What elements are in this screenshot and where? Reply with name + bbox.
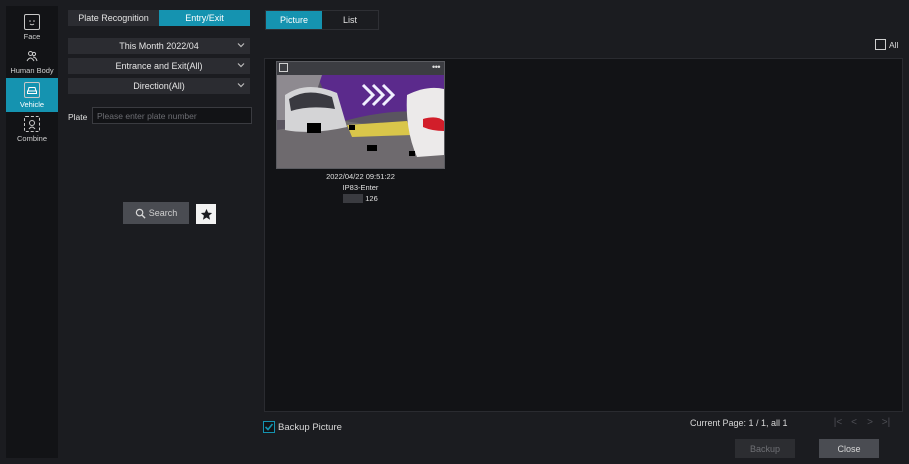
tab-picture[interactable]: Picture	[266, 11, 322, 29]
result-checkbox[interactable]	[279, 63, 288, 72]
rail-item-label: Combine	[16, 133, 47, 143]
chevron-down-icon	[237, 63, 245, 68]
rail-item-combine[interactable]: Combine	[6, 112, 58, 146]
rail-item-face[interactable]: Face	[6, 10, 58, 44]
time-range-dropdown[interactable]: This Month 2022/04	[68, 38, 250, 54]
rail-item-label: Human Body	[10, 65, 54, 75]
combine-icon	[24, 115, 40, 132]
backup-button[interactable]: Backup	[735, 439, 795, 458]
search-type-tabs: Plate Recognition Entry/Exit	[68, 10, 250, 26]
first-page-icon[interactable]: |<	[833, 416, 843, 428]
backup-picture-checkbox[interactable]: Backup Picture	[263, 421, 342, 433]
vehicle-snapshot-image	[277, 75, 444, 168]
select-all-label: All	[889, 39, 899, 50]
thumbnail-toolbar: •••	[277, 62, 444, 75]
chevron-down-icon	[237, 83, 245, 88]
checkbox-checked-icon[interactable]	[263, 421, 275, 433]
select-all-checkbox[interactable]: All	[875, 39, 898, 50]
tab-plate-recognition[interactable]: Plate Recognition	[68, 10, 159, 26]
vehicle-icon	[24, 81, 40, 98]
last-page-icon[interactable]: >|	[881, 416, 891, 428]
pagination: |< < > >|	[833, 416, 891, 428]
chevron-down-icon	[237, 43, 245, 48]
tab-entry-exit[interactable]: Entry/Exit	[159, 10, 250, 26]
checkbox-box[interactable]	[875, 39, 886, 50]
result-thumbnail[interactable]: •••	[276, 61, 445, 169]
prev-page-icon[interactable]: <	[849, 416, 859, 428]
rail-item-label: Vehicle	[19, 99, 45, 109]
face-icon	[24, 13, 40, 30]
result-meta: 2022/04/22 09:51:22 IP83-Enter 126	[276, 171, 445, 204]
tab-list[interactable]: List	[322, 11, 378, 29]
result-card[interactable]: ••• 2022/04/22 09:51:22 IP83-Enter 126	[276, 61, 445, 204]
entrance-dropdown[interactable]: Entrance and Exit(All)	[68, 58, 250, 74]
entrance-value: Entrance and Exit(All)	[115, 61, 203, 71]
more-icon[interactable]: •••	[432, 62, 440, 72]
view-mode-tabs: Picture List	[265, 10, 379, 30]
feature-rail: Face Human Body Vehicle Combine	[6, 6, 58, 458]
direction-dropdown[interactable]: Direction(All)	[68, 78, 250, 94]
filter-panel: Plate Recognition Entry/Exit This Month …	[60, 6, 260, 458]
rail-item-vehicle[interactable]: Vehicle	[6, 78, 58, 112]
star-icon	[200, 208, 212, 220]
backup-picture-label: Backup Picture	[278, 421, 342, 433]
page-info: Current Page: 1 / 1, all 1	[690, 418, 788, 428]
results-grid: ••• 2022/04/22 09:51:22 IP83-Enter 126	[264, 58, 903, 412]
direction-value: Direction(All)	[133, 81, 185, 91]
result-plate: 126	[343, 193, 378, 204]
human-body-icon	[24, 48, 40, 64]
search-button[interactable]: Search	[123, 202, 189, 224]
rail-item-label: Face	[23, 31, 41, 41]
favorite-button[interactable]	[196, 204, 216, 224]
time-range-value: This Month 2022/04	[119, 41, 199, 51]
result-timestamp: 2022/04/22 09:51:22	[326, 172, 395, 181]
plate-input[interactable]	[92, 107, 252, 124]
plate-label: Plate	[68, 112, 88, 122]
rail-item-human-body[interactable]: Human Body	[6, 44, 58, 78]
search-button-label: Search	[148, 208, 178, 218]
next-page-icon[interactable]: >	[865, 416, 875, 428]
result-camera: IP83-Enter	[342, 183, 379, 192]
search-icon	[135, 208, 146, 219]
close-button[interactable]: Close	[819, 439, 879, 458]
